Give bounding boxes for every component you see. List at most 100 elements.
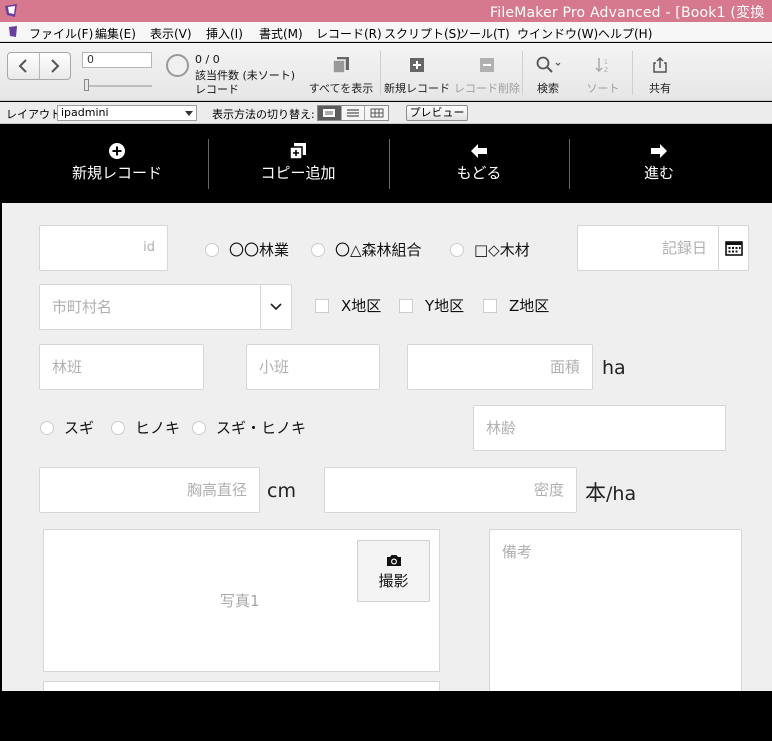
- show-all-button[interactable]: すべてを表示: [306, 50, 376, 98]
- next-record-button[interactable]: [38, 53, 71, 79]
- show-all-icon: [332, 57, 349, 74]
- camera-icon: [386, 555, 401, 566]
- layout-select[interactable]: ipadmini: [57, 105, 197, 121]
- owner-label-1: 〇〇林業: [229, 241, 290, 259]
- species-radio-sugi[interactable]: スギ: [40, 417, 94, 438]
- view-as-form-button[interactable]: [318, 106, 341, 120]
- id-field[interactable]: id: [39, 225, 168, 271]
- toolbar-divider: [380, 51, 381, 95]
- district-checkbox-y[interactable]: Y地区: [399, 295, 464, 316]
- layout-select-value: ipadmini: [61, 106, 109, 119]
- menu-window[interactable]: ウインドウ(W): [517, 25, 598, 42]
- municipality-select[interactable]: 市町村名: [39, 284, 292, 330]
- find-button[interactable]: 検索: [526, 50, 570, 98]
- checkbox[interactable]: [315, 298, 329, 313]
- current-record-field[interactable]: 0: [82, 52, 152, 68]
- checkbox[interactable]: [483, 298, 497, 313]
- toolbar-divider: [522, 51, 523, 95]
- owner-radio-2[interactable]: 〇△森林組合: [311, 239, 422, 260]
- forest-compartment-field[interactable]: 林班: [39, 344, 204, 390]
- owner-radio-3[interactable]: □◇木材: [450, 239, 530, 260]
- share-label: 共有: [649, 82, 671, 95]
- dbh-field[interactable]: 胸高直径: [39, 467, 260, 513]
- toolbar-divider: [632, 51, 633, 95]
- density-field[interactable]: 密度: [324, 467, 577, 513]
- checkbox[interactable]: [399, 298, 413, 313]
- notes-field[interactable]: 備考: [489, 529, 742, 691]
- list-view-icon: [347, 109, 359, 117]
- forward-label: 進む: [643, 164, 674, 182]
- district-checkbox-x[interactable]: X地区: [315, 295, 381, 316]
- area-field[interactable]: 面積: [407, 344, 593, 390]
- record-slider-track[interactable]: [86, 85, 152, 87]
- title-bar: FileMaker Pro Advanced - [Book1 (変換: [0, 0, 772, 22]
- menu-help[interactable]: ヘルプ(H): [598, 25, 652, 42]
- delete-record-label: レコード削除: [454, 82, 520, 95]
- status-toolbar: 0 0 / 0 該当件数 (未ソート) レコード すべてを表示 新規レコード レ…: [0, 43, 772, 101]
- document-icon[interactable]: [8, 26, 18, 38]
- view-as-switcher: [317, 105, 389, 121]
- new-record-nav-button[interactable]: 新規レコード: [27, 142, 207, 183]
- back-button[interactable]: もどる: [389, 142, 569, 183]
- show-all-label: すべてを表示: [308, 82, 374, 95]
- owner-radio-1[interactable]: 〇〇林業: [205, 239, 289, 260]
- shoot-photo-button[interactable]: 撮影: [357, 540, 430, 602]
- sub-compartment-field[interactable]: 小班: [246, 344, 380, 390]
- date-picker-button[interactable]: [718, 225, 749, 271]
- new-record-toolbar-button[interactable]: 新規レコード: [384, 50, 450, 98]
- search-icon: [536, 56, 561, 73]
- radio-button[interactable]: [205, 242, 219, 257]
- photo1-container[interactable]: 写真1 撮影: [43, 529, 440, 672]
- menu-view[interactable]: 表示(V): [150, 25, 192, 42]
- forward-button[interactable]: 進む: [569, 142, 749, 183]
- species-radio-hinoki[interactable]: ヒノキ: [111, 417, 180, 438]
- record-date-field[interactable]: 記録日: [577, 225, 720, 271]
- sort-button[interactable]: 1Z ソート: [578, 50, 628, 98]
- duplicate-icon: [289, 143, 306, 160]
- records-label: レコード: [195, 83, 239, 96]
- previous-record-button[interactable]: [8, 53, 39, 79]
- delete-record-button[interactable]: レコード削除: [452, 50, 522, 98]
- menu-edit[interactable]: 編集(E): [95, 25, 136, 42]
- owner-label-3: □◇木材: [474, 241, 530, 259]
- density-unit-rest: /ha: [606, 483, 637, 505]
- filemaker-app-icon[interactable]: [3, 3, 19, 19]
- owner-label-2: 〇△森林組合: [335, 241, 422, 259]
- record-pie-icon: [166, 54, 189, 77]
- radio-button[interactable]: [111, 420, 125, 435]
- copy-add-button[interactable]: コピー追加: [208, 142, 388, 183]
- species-radio-mixed[interactable]: スギ・ヒノキ: [192, 417, 306, 438]
- photo1-label: 写真1: [220, 592, 260, 610]
- share-button[interactable]: 共有: [640, 50, 680, 98]
- menu-scripts[interactable]: スクリプト(S): [384, 25, 461, 42]
- photo2-container[interactable]: [43, 681, 440, 691]
- menu-format[interactable]: 書式(M): [259, 25, 303, 42]
- radio-button[interactable]: [40, 420, 54, 435]
- area-unit: ha: [602, 357, 626, 379]
- radio-button[interactable]: [192, 420, 206, 435]
- radio-button[interactable]: [311, 242, 325, 257]
- district-label-y: Y地区: [425, 297, 465, 315]
- shoot-photo-label: 撮影: [378, 572, 409, 590]
- table-view-icon: [370, 108, 384, 118]
- dbh-unit: cm: [267, 480, 296, 502]
- radio-button[interactable]: [450, 242, 464, 257]
- district-checkbox-z[interactable]: Z地区: [483, 295, 549, 316]
- record-slider-thumb[interactable]: [84, 79, 89, 91]
- species-label-sugi: スギ: [64, 419, 95, 437]
- calendar-icon: [724, 241, 743, 256]
- menu-insert[interactable]: 挿入(I): [206, 25, 243, 42]
- stand-age-field[interactable]: 林齢: [473, 405, 726, 451]
- district-label-x: X地区: [341, 297, 382, 315]
- sort-icon: 1Z: [595, 58, 608, 74]
- find-label: 検索: [537, 82, 559, 95]
- view-as-list-button[interactable]: [340, 106, 365, 120]
- menu-file[interactable]: ファイル(F): [29, 25, 93, 42]
- menu-tools[interactable]: ツール(T): [457, 25, 510, 42]
- menu-records[interactable]: レコード(R): [316, 25, 382, 42]
- chevron-left-icon: [18, 59, 27, 73]
- preview-button[interactable]: プレビュー: [406, 105, 468, 121]
- municipality-dropdown-button[interactable]: [260, 285, 291, 329]
- form-nav-header: 新規レコード コピー追加 もどる 進む: [2, 124, 772, 203]
- view-as-table-button[interactable]: [364, 106, 388, 120]
